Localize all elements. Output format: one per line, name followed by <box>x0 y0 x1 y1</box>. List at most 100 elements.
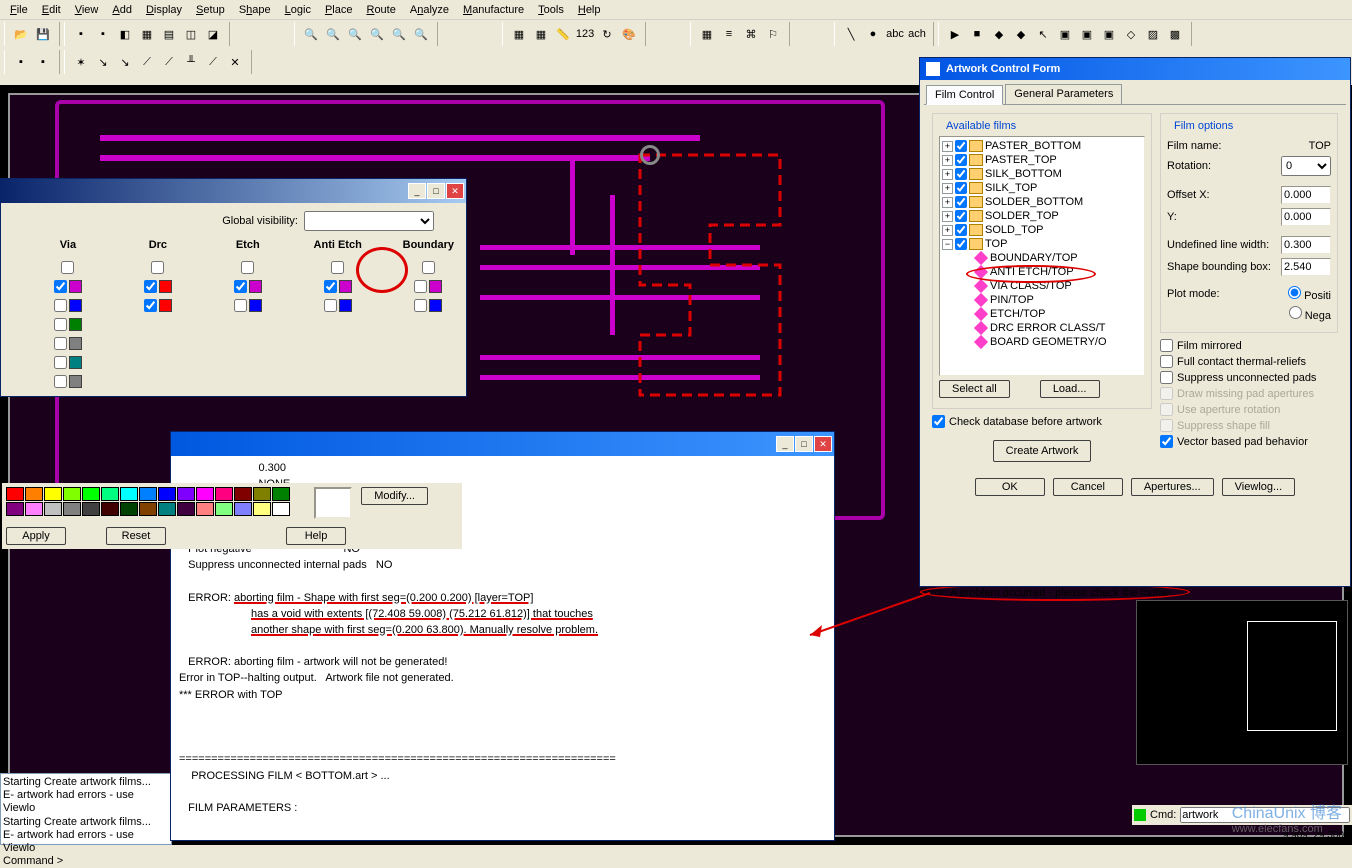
modify-button[interactable]: Modify... <box>361 487 428 505</box>
menu-place[interactable]: Place <box>319 2 359 17</box>
r2-icon[interactable]: ▪ <box>33 52 53 72</box>
log-minimize-button[interactable]: _ <box>776 436 794 452</box>
palette-swatch[interactable] <box>272 487 290 501</box>
rotation-select[interactable]: 0 <box>1281 156 1331 176</box>
palette-swatch[interactable] <box>196 487 214 501</box>
zoom-fit-icon[interactable]: 🔍 <box>345 24 365 44</box>
menu-analyze[interactable]: Analyze <box>404 2 455 17</box>
palette-swatch[interactable] <box>177 487 195 501</box>
zoom-prev-icon[interactable]: 🔍 <box>389 24 409 44</box>
color1-icon[interactable]: ▦ <box>509 24 529 44</box>
via-cb-3[interactable] <box>54 318 67 331</box>
load-button[interactable]: Load... <box>1040 380 1100 398</box>
help-button[interactable]: Help <box>286 527 346 545</box>
drc-icon[interactable]: ⚐ <box>763 24 783 44</box>
palette-swatch[interactable] <box>120 487 138 501</box>
via-icon[interactable]: ● <box>863 24 883 44</box>
via-cb-6[interactable] <box>54 375 67 388</box>
command-log[interactable]: Starting Create artwork films... E- artw… <box>0 773 172 845</box>
global-visibility-select[interactable] <box>304 211 434 231</box>
palette-swatch[interactable] <box>82 502 100 516</box>
text-icon[interactable]: 123 <box>575 24 595 44</box>
b5-icon[interactable]: ▣ <box>1055 24 1075 44</box>
save-icon[interactable]: 💾 <box>33 24 53 44</box>
menu-route[interactable]: Route <box>360 2 401 17</box>
apertures-button[interactable]: Apertures... <box>1131 478 1214 496</box>
ok-button[interactable]: OK <box>975 478 1045 496</box>
close-button[interactable]: ✕ <box>446 183 464 199</box>
viewlog-button[interactable]: Viewlog... <box>1222 478 1296 496</box>
tb-assign-icon[interactable]: ▤ <box>159 24 179 44</box>
menu-edit[interactable]: Edit <box>36 2 67 17</box>
b3-icon[interactable]: ◆ <box>989 24 1009 44</box>
drc-cb-all[interactable] <box>151 261 164 274</box>
b9-icon[interactable]: ▨ <box>1143 24 1163 44</box>
zoom-window-icon[interactable]: 🔍 <box>367 24 387 44</box>
open-icon[interactable]: 📂 <box>11 24 31 44</box>
menu-help[interactable]: Help <box>572 2 607 17</box>
tb-layer-icon[interactable]: ▦ <box>137 24 157 44</box>
tab-general-params[interactable]: General Parameters <box>1005 84 1122 104</box>
color2-icon[interactable]: ▦ <box>531 24 551 44</box>
text3-icon[interactable]: ach <box>907 24 927 44</box>
menu-setup[interactable]: Setup <box>190 2 231 17</box>
etch-cb-all[interactable] <box>241 261 254 274</box>
artwork-titlebar[interactable]: Artwork Control Form <box>920 58 1350 80</box>
palette-swatch[interactable] <box>272 502 290 516</box>
palette-swatch[interactable] <box>139 502 157 516</box>
bd-cb-all[interactable] <box>422 261 435 274</box>
reset-button[interactable]: Reset <box>106 527 166 545</box>
log-maximize-button[interactable]: □ <box>795 436 813 452</box>
drc-cb-2[interactable] <box>144 299 157 312</box>
maximize-button[interactable]: □ <box>427 183 445 199</box>
palette-swatch[interactable] <box>196 502 214 516</box>
palette-swatch[interactable] <box>25 487 43 501</box>
palette-swatch[interactable] <box>253 487 271 501</box>
select-all-button[interactable]: Select all <box>939 380 1010 398</box>
palette-swatch[interactable] <box>158 502 176 516</box>
palette-swatch[interactable] <box>234 487 252 501</box>
via-cb-2[interactable] <box>54 299 67 312</box>
via-cb-5[interactable] <box>54 356 67 369</box>
palette-swatch[interactable] <box>120 502 138 516</box>
r7-icon[interactable]: ⟋ <box>159 52 179 72</box>
menu-add[interactable]: Add <box>106 2 138 17</box>
check-db-checkbox[interactable] <box>932 415 945 428</box>
palette-swatch[interactable] <box>177 502 195 516</box>
bd-cb-2[interactable] <box>414 299 427 312</box>
etch-cb-2[interactable] <box>234 299 247 312</box>
film-mirrored-checkbox[interactable] <box>1160 339 1173 352</box>
bd-cb-1[interactable] <box>414 280 427 293</box>
tb-label-icon[interactable]: ◪ <box>203 24 223 44</box>
r9-icon[interactable]: ⟋ <box>203 52 223 72</box>
current-color[interactable] <box>314 487 352 519</box>
menu-display[interactable]: Display <box>140 2 188 17</box>
b7-icon[interactable]: ▣ <box>1099 24 1119 44</box>
grid-icon[interactable]: ▦ <box>697 24 717 44</box>
menu-view[interactable]: View <box>69 2 105 17</box>
zoom-out-icon[interactable]: 🔍 <box>323 24 343 44</box>
line-icon[interactable]: ╲ <box>841 24 861 44</box>
ae-cb-2[interactable] <box>324 299 337 312</box>
menu-logic[interactable]: Logic <box>279 2 317 17</box>
tb-red1-icon[interactable]: ▪ <box>71 24 91 44</box>
b2-icon[interactable]: ■ <box>967 24 987 44</box>
world-view[interactable] <box>1136 600 1348 765</box>
minimize-button[interactable]: _ <box>408 183 426 199</box>
r3-icon[interactable]: ✶ <box>71 52 91 72</box>
net-icon[interactable]: ⌘ <box>741 24 761 44</box>
palette-swatch[interactable] <box>253 502 271 516</box>
palette-swatch[interactable] <box>6 487 24 501</box>
zoom-select-icon[interactable]: 🔍 <box>411 24 431 44</box>
palette-swatch[interactable] <box>101 502 119 516</box>
offset-x-input[interactable] <box>1281 186 1331 204</box>
tab-film-control[interactable]: Film Control <box>926 85 1003 105</box>
offset-y-input[interactable] <box>1281 208 1331 226</box>
refresh-icon[interactable]: ↻ <box>597 24 617 44</box>
menu-shape[interactable]: Shape <box>233 2 277 17</box>
palette-swatch[interactable] <box>101 487 119 501</box>
plot-positive-radio[interactable] <box>1288 286 1301 299</box>
palette-swatch[interactable] <box>215 487 233 501</box>
vector-pad-checkbox[interactable] <box>1160 435 1173 448</box>
layers-icon[interactable]: ≡ <box>719 24 739 44</box>
